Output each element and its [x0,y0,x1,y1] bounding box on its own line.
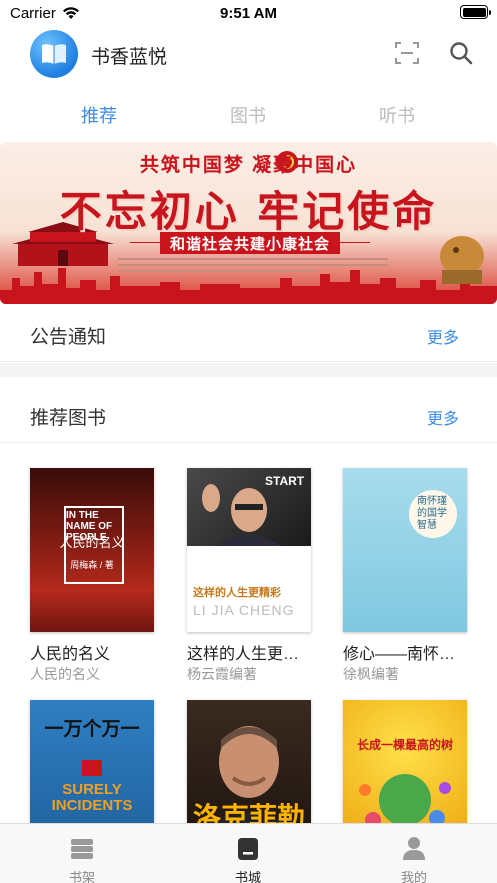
bookshelf-icon [71,839,93,859]
cover-author: 周梅森 / 著 [70,560,114,570]
tab-profile-label: 我的 [400,870,427,883]
banner-headline: 不忘初心 牢记使命 [59,187,438,236]
notice-title: 公告通知 [30,327,107,348]
book-title: 修心——南怀… [343,646,456,663]
book-author: 杨云霞编著 [187,666,257,682]
recommend-title: 推荐图书 [30,408,107,429]
book-title: 这样的人生更… [187,646,300,663]
top-tabs: 推荐 图书 听书 [0,96,497,136]
banner-fine-print [118,270,318,272]
book-cover[interactable]: 南怀瑾的国学智慧 [343,468,467,632]
ribbon-line-right [340,242,370,243]
bookstore-icon [238,838,258,860]
cover-title: 人民的名义 [59,536,125,551]
banner-fine-print [118,258,388,260]
status-time: 9:51 AM [220,4,277,22]
tab-audiobooks[interactable]: 听书 [379,102,415,128]
ribbon-line-left [130,242,160,243]
search-icon[interactable] [448,40,474,66]
section-divider [0,363,497,377]
app-header: 书香蓝悦 [0,26,497,82]
cover-title: 这样的人生更精彩 [193,587,281,599]
recommend-section: 推荐图书 更多 [0,385,497,443]
profile-icon [403,837,425,860]
banner-subtitle: 共筑中国梦 凝聚中国心 [139,155,358,176]
battery-icon [460,5,491,19]
scan-icon[interactable] [394,40,420,66]
tab-bookshelf-label: 书架 [68,870,95,883]
notice-section: 公告通知 更多 [0,304,497,362]
tab-recommend[interactable]: 推荐 [81,102,117,128]
promo-banner[interactable]: 共筑中国梦 凝聚中国心 不忘初心 牢记使命 和谐社会共建小康社会 [0,142,497,304]
book-title: 人民的名义 [30,646,111,663]
cover-en-title: START [265,474,305,488]
cover-subtitle: LI JIA CHENG [193,602,295,618]
book-author: 徐枫编著 [343,666,399,682]
app-title: 书香蓝悦 [91,47,168,68]
notice-more-link[interactable]: 更多 [427,324,459,348]
cover-emblem [82,760,102,776]
tab-books[interactable]: 图书 [230,102,266,128]
book-logo-icon [30,30,78,78]
banner-fine-print [118,264,388,266]
book-author: 人民的名义 [30,666,100,682]
recommend-more-link[interactable]: 更多 [427,405,459,429]
banner-ribbon: 和谐社会共建小康社会 [160,232,340,254]
tab-bookstore-label: 书城 [234,870,261,883]
book-cover[interactable]: START 这样的人生更精彩 LI JIA CHENG [187,468,311,632]
cover-en-title: SURELY INCIDENTS [51,781,133,814]
cover-title: 一万个万一 [44,719,140,740]
cover-title: 南怀瑾的国学智慧 [417,496,447,531]
book-cover[interactable]: IN THE NAME OF PEOPLE 人民的名义 周梅森 / 著 [30,468,154,632]
bottom-tab-bar: 书架 书城 我的 [0,823,497,883]
status-bar: Carrier 9:51 AM [0,0,497,26]
